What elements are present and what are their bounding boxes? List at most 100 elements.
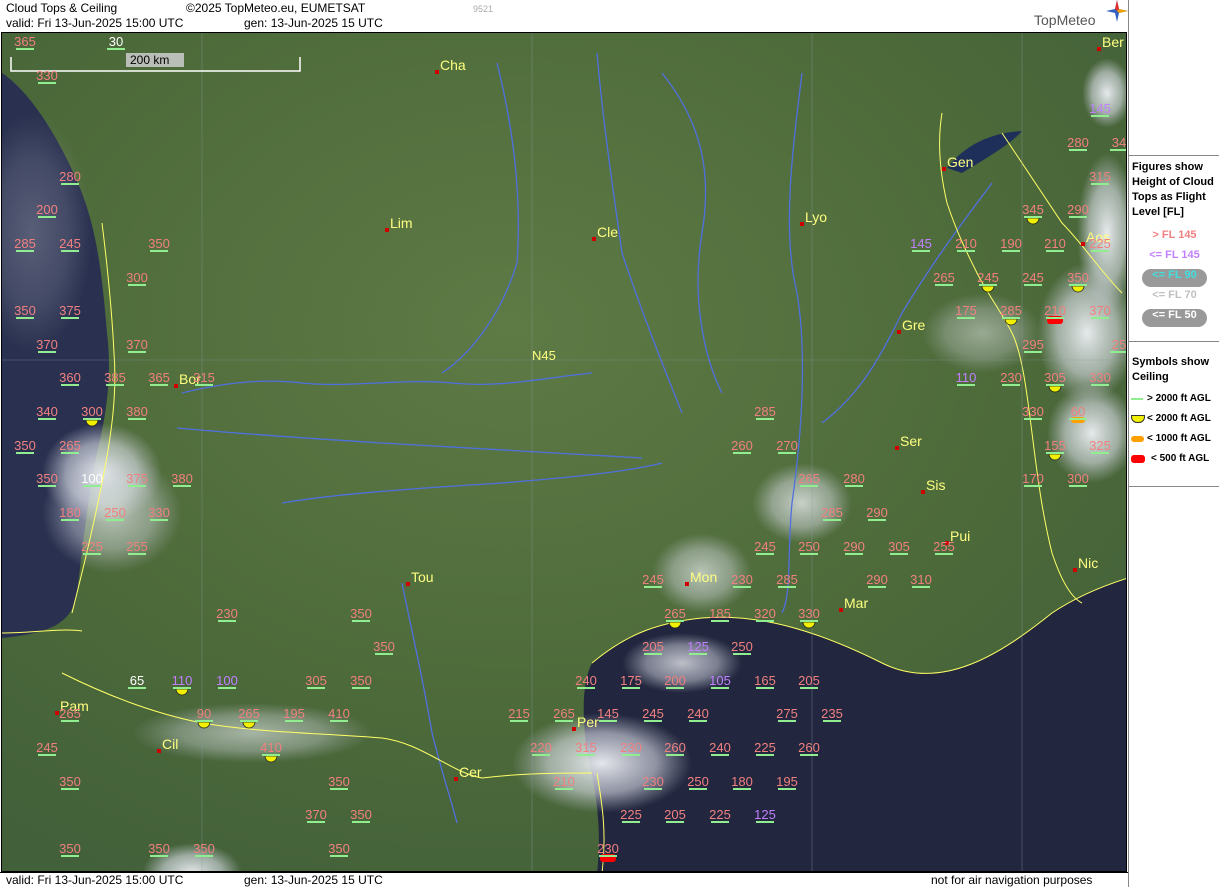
city-marker bbox=[592, 237, 596, 241]
yellow-halfcircle-icon bbox=[1131, 415, 1145, 423]
flight-level-label: 110 bbox=[956, 370, 977, 385]
footer-gen: gen: 13-Jun-2025 15 UTC bbox=[244, 873, 383, 887]
flight-level-label: 110 bbox=[172, 673, 193, 688]
flight-level-label: 290 bbox=[866, 572, 888, 587]
city-marker bbox=[435, 70, 439, 74]
flight-level-label: 320 bbox=[754, 606, 776, 621]
city-label: Lyo bbox=[805, 209, 827, 225]
legend-sym-gt2000-label: > 2000 ft AGL bbox=[1147, 393, 1211, 404]
flight-level-label: 375 bbox=[126, 471, 148, 486]
flight-level-label: 105 bbox=[709, 673, 731, 688]
legend-sym-lt2000: < 2000 ft AGL bbox=[1131, 413, 1219, 433]
flight-level-label: 290 bbox=[843, 539, 865, 554]
flight-level-label: 255 bbox=[126, 539, 148, 554]
flight-level-label: 350 bbox=[59, 774, 81, 789]
city-marker bbox=[157, 749, 161, 753]
city-marker bbox=[897, 330, 901, 334]
flight-level-label: 350 bbox=[36, 471, 58, 486]
flight-level-label: 195 bbox=[283, 706, 305, 721]
flight-level-label: 315 bbox=[1089, 169, 1111, 184]
flight-level-label: 265 bbox=[553, 706, 575, 721]
flight-level-label: 365 bbox=[148, 370, 170, 385]
scale-label: 200 km bbox=[130, 53, 169, 67]
flight-level-label: 410 bbox=[260, 740, 282, 755]
flight-level-label: 225 bbox=[620, 807, 642, 822]
flight-level-label: 375 bbox=[59, 303, 81, 318]
flight-level-label: 345 bbox=[1022, 202, 1044, 217]
flight-level-label: 350 bbox=[373, 639, 395, 654]
legend-sym-list: > 2000 ft AGL < 2000 ft AGL < 1000 ft AG… bbox=[1131, 393, 1219, 473]
flight-level-label: 245 bbox=[642, 706, 664, 721]
flight-level-label: 245 bbox=[1022, 270, 1044, 285]
map-canvas: N45 200 km ChaLimCleLyoGenGreAosBerBorSe… bbox=[2, 33, 1126, 871]
topmeteo-logo: TopMeteo bbox=[1034, 0, 1128, 28]
flight-level-label: 350 bbox=[328, 774, 350, 789]
valid-time: valid: Fri 13-Jun-2025 15:00 UTC bbox=[6, 16, 184, 30]
flight-level-label: 275 bbox=[776, 706, 798, 721]
flight-level-label: 145 bbox=[910, 236, 932, 251]
flight-level-label: 265 bbox=[59, 438, 81, 453]
map-title: Cloud Tops & Ceiling bbox=[6, 1, 118, 15]
flight-level-label: 245 bbox=[36, 740, 58, 755]
flight-level-label: 350 bbox=[193, 841, 215, 856]
flight-level-label: 265 bbox=[798, 471, 820, 486]
disclaimer: not for air navigation purposes bbox=[931, 873, 1093, 887]
flight-level-label: 330 bbox=[1089, 370, 1111, 385]
flight-level-label: 270 bbox=[776, 438, 798, 453]
legend-sym-lt2000-label: < 2000 ft AGL bbox=[1147, 413, 1211, 424]
legend-sym-lt500: < 500 ft AGL bbox=[1131, 453, 1219, 473]
flight-level-label: 315 bbox=[193, 370, 215, 385]
flight-level-label: 370 bbox=[1089, 303, 1111, 318]
flight-level-label: 370 bbox=[305, 807, 327, 822]
flight-level-label: 245 bbox=[977, 270, 999, 285]
flight-level-label: 145 bbox=[597, 706, 619, 721]
city-label: Ber bbox=[1102, 34, 1124, 50]
flight-level-label: 255 bbox=[933, 539, 955, 554]
flight-level-label: 230 bbox=[216, 606, 238, 621]
flight-level-label: 155 bbox=[1044, 438, 1066, 453]
flight-level-label: 235 bbox=[821, 706, 843, 721]
orange-bar-icon bbox=[1131, 436, 1144, 442]
flight-level-label: 200 bbox=[36, 202, 58, 217]
legend-fl-le50: <= FL 50 bbox=[1142, 309, 1207, 327]
flight-level-label: 210 bbox=[1044, 303, 1066, 318]
flight-level-label: 285 bbox=[776, 572, 798, 587]
satellite-map[interactable]: N45 200 km Cha Lim Cle Lyo Gen Gre Aos Ber Bor Se… bbox=[1, 32, 1127, 872]
flight-level-label: 305 bbox=[1044, 370, 1066, 385]
flight-level-label: 230 bbox=[620, 740, 642, 755]
city-label: Per bbox=[577, 714, 599, 730]
flight-level-label: 60 bbox=[1071, 404, 1085, 419]
city-label: Cha bbox=[440, 57, 466, 73]
flight-level-label: 290 bbox=[866, 505, 888, 520]
flight-level-label: 195 bbox=[776, 774, 798, 789]
flight-level-label: 240 bbox=[709, 740, 731, 755]
legend-sym-lt1000: < 1000 ft AGL bbox=[1131, 433, 1219, 453]
flight-level-label: 410 bbox=[328, 706, 350, 721]
logo-text: TopMeteo bbox=[1034, 12, 1096, 28]
city-marker bbox=[1097, 47, 1101, 51]
flight-level-label: 350 bbox=[148, 236, 170, 251]
flight-level-label: 300 bbox=[81, 404, 103, 419]
flight-level-label: 260 bbox=[664, 740, 686, 755]
flight-level-label: 245 bbox=[59, 236, 81, 251]
flight-level-label: 280 bbox=[1067, 135, 1089, 150]
flight-level-label: 205 bbox=[642, 639, 664, 654]
city-marker bbox=[1081, 242, 1085, 246]
city-label: Mar bbox=[844, 595, 868, 611]
flight-level-label: 210 bbox=[553, 774, 575, 789]
flight-level-label: 100 bbox=[81, 471, 103, 486]
city-marker bbox=[942, 167, 946, 171]
flight-level-label: 285 bbox=[14, 236, 36, 251]
flight-level-label: 230 bbox=[731, 572, 753, 587]
flight-level-label: 380 bbox=[171, 471, 193, 486]
city-marker bbox=[454, 777, 458, 781]
flight-level-label: 245 bbox=[642, 572, 664, 587]
city-label: Mon bbox=[690, 569, 717, 585]
flight-level-label: 260 bbox=[798, 740, 820, 755]
flight-level-label: 285 bbox=[821, 505, 843, 520]
flight-level-label: 315 bbox=[575, 740, 597, 755]
flight-level-label: 300 bbox=[1067, 471, 1089, 486]
flight-level-label: 350 bbox=[350, 807, 372, 822]
city-label: Cil bbox=[162, 736, 178, 752]
flight-level-label: 225 bbox=[1089, 236, 1111, 251]
